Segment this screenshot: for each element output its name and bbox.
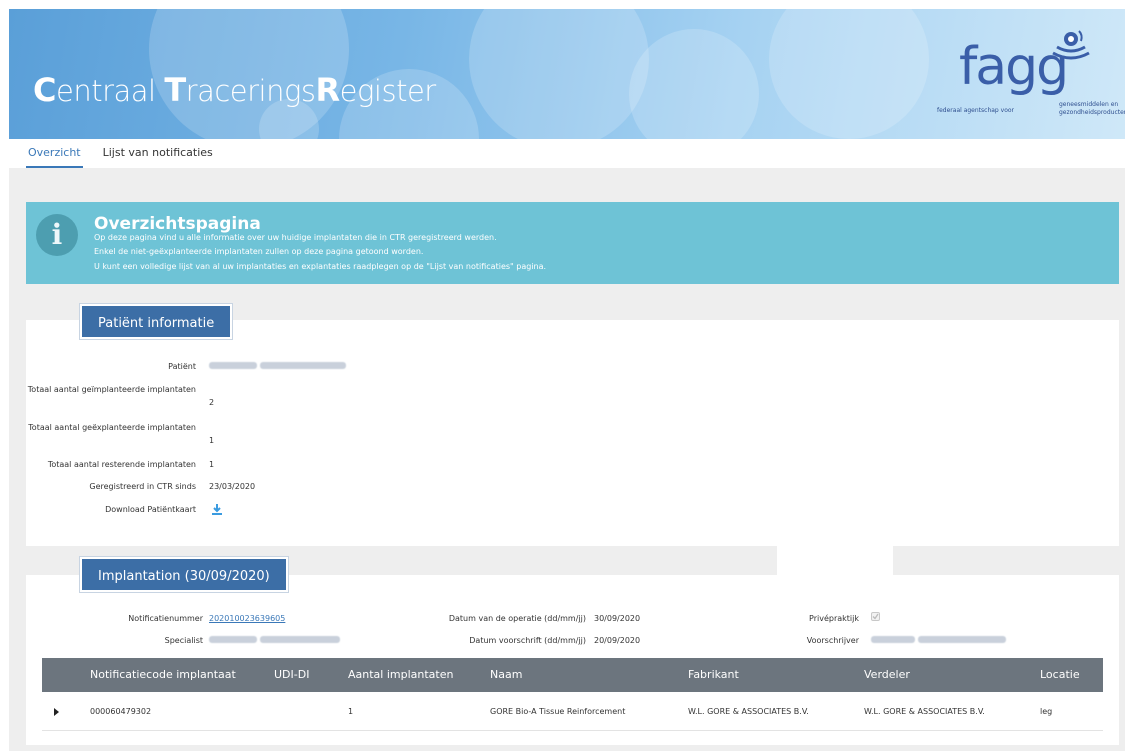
implants-table-header: Notificatiecode implantaat UDI-DI Aantal… (42, 658, 1103, 692)
redacted-text (259, 362, 346, 369)
column-header[interactable]: Notificatiecode implantaat (90, 658, 236, 692)
specialist-value (209, 636, 340, 645)
tab-lijst-van-notificaties[interactable]: Lijst van notificaties (101, 146, 215, 168)
registered-since-value: 23/03/2020 (209, 482, 256, 491)
banner-decoration (769, 9, 929, 139)
patient-info-header: Patiënt informatie (80, 304, 233, 339)
prescription-date-label: Datum voorschrift (dd/mm/jj) (469, 636, 586, 645)
header-banner: Centraal TraceringsRegister fagg federaa… (9, 9, 1125, 139)
implantation-header: Implantation (30/09/2020) (80, 557, 288, 592)
app-title-word: entraal (55, 74, 165, 108)
alert-title: Overzichtspagina (94, 214, 261, 234)
banner-decoration (469, 9, 649, 139)
fagg-logo-mark-icon (1052, 30, 1090, 60)
download-icon[interactable] (211, 503, 223, 515)
redacted-text (917, 636, 1006, 643)
prescriber-value (871, 636, 1006, 645)
column-header[interactable]: Naam (490, 658, 522, 692)
explanted-count-value: 1 (209, 436, 215, 445)
app-title-initial: T (164, 71, 186, 109)
info-icon: i (36, 214, 78, 256)
table-row[interactable]: 000060479302 1 GORE Bio-A Tissue Reinfor… (42, 693, 1103, 731)
app-title: Centraal TraceringsRegister (33, 71, 436, 109)
manufacturer-cell: W.L. GORE & ASSOCIATES B.V. (688, 707, 809, 716)
column-header[interactable]: Fabrikant (688, 658, 739, 692)
logo-subtitle: geneesmiddelen en gezondheidsproducten (1059, 101, 1125, 116)
prescriber-label: Voorschrijver (806, 636, 859, 645)
app-title-initial: C (33, 71, 56, 109)
alert-text: Op deze pagina vind u alle informatie ov… (94, 233, 497, 242)
alert-text: Enkel de niet-geëxplanteerde implantaten… (94, 247, 424, 256)
private-practice-checkbox[interactable] (871, 612, 880, 621)
app-title-word: egister (339, 74, 437, 108)
location-cell: leg (1040, 707, 1053, 716)
app-title-initial: R (315, 71, 341, 109)
operation-date-label: Datum van de operatie (dd/mm/jj) (448, 614, 586, 623)
panel-tab-gap (777, 546, 893, 576)
explanted-count-label: Totaal aantal geëxplanteerde implantaten (28, 423, 196, 432)
implanted-count-label: Totaal aantal geïmplanteerde implantaten (27, 385, 196, 394)
specialist-label: Specialist (164, 636, 203, 645)
expand-row-icon[interactable] (54, 708, 59, 716)
app-title-word: racerings (185, 74, 316, 108)
patient-label: Patiënt (168, 362, 196, 371)
column-header[interactable]: Verdeler (864, 658, 910, 692)
column-header[interactable]: Aantal implantaten (348, 658, 453, 692)
redacted-text (871, 636, 915, 643)
remaining-count-label: Totaal aantal resterende implantaten (47, 460, 196, 469)
prescription-date-value: 20/09/2020 (594, 636, 641, 645)
alert-text: U kunt een volledige lijst van al uw imp… (94, 262, 547, 271)
logo-subtitle: federaal agentschap voor (937, 107, 1015, 114)
column-header[interactable]: Locatie (1040, 658, 1080, 692)
download-card-label: Download Patiëntkaart (105, 505, 196, 514)
column-header[interactable]: UDI-DI (274, 658, 309, 692)
registered-since-label: Geregistreerd in CTR sinds (89, 482, 196, 491)
patient-value (209, 362, 346, 371)
check-icon (872, 613, 879, 620)
notification-number-link[interactable]: 202010023639605 (209, 614, 285, 623)
name-cell: GORE Bio-A Tissue Reinforcement (490, 707, 626, 716)
implanted-count-value: 2 (209, 398, 215, 407)
redacted-text (209, 636, 257, 643)
notification-code-cell: 000060479302 (90, 707, 152, 716)
main-nav: Overzicht Lijst van notificaties (26, 146, 215, 168)
notification-number-label: Notificatienummer (128, 614, 203, 623)
quantity-cell: 1 (348, 707, 354, 716)
redacted-text (209, 362, 257, 369)
banner-decoration (629, 29, 759, 139)
distributor-cell: W.L. GORE & ASSOCIATES B.V. (864, 707, 985, 716)
private-practice-label: Privépraktijk (809, 614, 859, 623)
remaining-count-value: 1 (209, 460, 215, 469)
tab-overzicht[interactable]: Overzicht (26, 146, 83, 168)
redacted-text (259, 636, 340, 643)
operation-date-value: 30/09/2020 (594, 614, 641, 623)
info-alert: i Overzichtspagina Op deze pagina vind u… (26, 202, 1119, 284)
